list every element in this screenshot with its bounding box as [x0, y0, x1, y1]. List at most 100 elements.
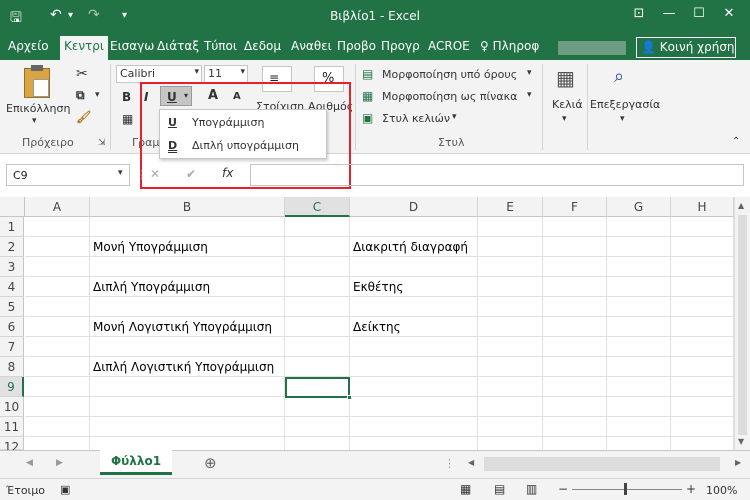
font-size-combo[interactable]: 11 ▾ — [204, 65, 248, 83]
cancel-icon[interactable]: ✕ — [150, 167, 160, 181]
scroll-left-icon[interactable]: ◀ — [468, 458, 474, 467]
scroll-down-icon[interactable]: ▼ — [738, 437, 744, 446]
editing-label: Επεξεργασία — [590, 98, 661, 111]
row-header-10[interactable]: 10 — [0, 397, 24, 417]
sheet-tab-1[interactable]: Φύλλο1 — [100, 450, 172, 475]
cell-b8[interactable]: Διπλή Λογιστική Υπογράμμιση — [90, 357, 274, 377]
person-icon: 👤 — [641, 40, 656, 54]
tab-developer[interactable]: Προγρ — [381, 39, 420, 53]
insert-function-icon[interactable]: fx — [222, 166, 233, 180]
tab-data[interactable]: Δεδομ — [244, 39, 281, 53]
maximize-button[interactable]: ☐ — [684, 6, 714, 26]
cut-icon[interactable]: ✂ — [76, 66, 88, 82]
scroll-thumb[interactable] — [738, 215, 747, 435]
column-header-h[interactable]: H — [671, 197, 734, 217]
row-header-11[interactable]: 11 — [0, 417, 24, 437]
close-button[interactable]: ✕ — [714, 6, 744, 26]
column-gridline — [542, 217, 543, 450]
row-header-9[interactable]: 9 — [0, 377, 24, 397]
editing-button[interactable]: ⌕ Επεξεργασία ▾ — [590, 66, 662, 130]
group-separator — [110, 64, 111, 150]
paste-button[interactable]: Επικόλληση ▾ — [6, 65, 70, 126]
row-header-7[interactable]: 7 — [0, 337, 24, 357]
tab-layout[interactable]: Διάταξ — [157, 39, 199, 53]
copy-dropdown-icon[interactable]: ▾ — [95, 90, 100, 100]
name-box-value: C9 — [13, 169, 28, 182]
font-name-combo[interactable]: Calibri ▾ — [116, 65, 202, 83]
select-all-corner[interactable] — [0, 197, 25, 217]
column-header-d[interactable]: D — [350, 197, 478, 217]
tab-home[interactable]: Κεντρι — [60, 36, 108, 60]
conditional-format-icon: ▤ — [362, 67, 374, 81]
clipboard-launcher-icon[interactable]: ⇲ — [98, 138, 106, 148]
tab-view[interactable]: Προβο — [337, 39, 376, 53]
zoom-slider[interactable] — [572, 489, 682, 490]
active-cell-c9[interactable] — [285, 377, 352, 400]
horizontal-scroll-thumb[interactable] — [484, 457, 720, 471]
zoom-out-icon[interactable]: − — [558, 482, 568, 496]
cell-d4[interactable]: Εκθέτης — [350, 277, 403, 297]
next-sheet-icon[interactable]: ▶ — [56, 458, 63, 468]
column-header-a[interactable]: A — [25, 197, 90, 217]
tab-file[interactable]: Αρχείο — [8, 39, 49, 53]
row-header-12[interactable]: 12 — [0, 437, 24, 454]
tab-acrobat[interactable]: ACROE — [428, 39, 470, 53]
normal-view-icon[interactable]: ▦ — [460, 482, 471, 496]
row-header-5[interactable]: 5 — [0, 297, 24, 317]
bold-button[interactable]: B — [122, 90, 131, 104]
tab-tell-me[interactable]: ♀ Πληροφ — [480, 39, 539, 53]
cell-b6[interactable]: Μονή Λογιστική Υπογράμμιση — [90, 317, 272, 337]
tab-formulas[interactable]: Τύποι — [204, 39, 237, 53]
borders-icon[interactable]: ▦ — [122, 112, 133, 126]
share-button[interactable]: 👤 Κοινή χρήση — [636, 37, 736, 58]
prev-sheet-icon[interactable]: ◀ — [26, 458, 33, 468]
vertical-scrollbar[interactable]: ▲ ▼ — [734, 197, 750, 450]
format-as-table-button[interactable]: ▦ Μορφοποίηση ως πίνακα ▾ — [360, 88, 536, 106]
formula-input[interactable] — [250, 164, 744, 186]
format-as-table-label: Μορφοποίηση ως πίνακα — [382, 90, 518, 103]
row-header-3[interactable]: 3 — [0, 257, 24, 277]
page-break-view-icon[interactable]: ▥ — [526, 482, 537, 496]
enter-icon[interactable]: ✔ — [186, 167, 196, 181]
format-painter-icon[interactable]: 🖌 — [76, 110, 91, 124]
row-header-4[interactable]: 4 — [0, 277, 24, 297]
row-header-2[interactable]: 2 — [0, 237, 24, 257]
row-header-8[interactable]: 8 — [0, 357, 24, 377]
cell-b4[interactable]: Διπλή Υπογράμμιση — [90, 277, 210, 297]
cell-styles-button[interactable]: ▣ Στυλ κελιών ▾ — [360, 110, 536, 128]
row-header-1[interactable]: 1 — [0, 217, 24, 237]
font-name-value: Calibri — [120, 67, 156, 80]
tab-review[interactable]: Αναθει — [291, 39, 332, 53]
tab-insert[interactable]: Εισαγω — [110, 39, 154, 53]
scroll-right-icon[interactable]: ▶ — [735, 458, 741, 467]
zoom-level[interactable]: 100% — [706, 484, 737, 497]
conditional-formatting-label: Μορφοποίηση υπό όρους — [382, 68, 518, 81]
row-header-6[interactable]: 6 — [0, 317, 24, 337]
page-layout-view-icon[interactable]: ▤ — [494, 482, 505, 496]
column-header-b[interactable]: B — [90, 197, 285, 217]
cell-b2[interactable]: Μονή Υπογράμμιση — [90, 237, 208, 257]
name-box[interactable]: C9 — [6, 164, 130, 186]
zoom-slider-thumb[interactable] — [624, 483, 627, 495]
column-header-g[interactable]: G — [607, 197, 671, 217]
macro-record-icon[interactable]: ▣ — [60, 483, 70, 496]
zoom-in-icon[interactable]: + — [686, 482, 696, 496]
conditional-formatting-button[interactable]: ▤ Μορφοποίηση υπό όρους ▾ — [360, 66, 536, 84]
column-header-c[interactable]: C — [285, 197, 350, 217]
name-box-dropdown-icon[interactable]: ▾ — [118, 168, 123, 178]
minimize-button[interactable]: — — [654, 6, 684, 26]
copy-icon[interactable]: ⧉ — [76, 88, 85, 103]
collapse-ribbon-icon[interactable]: ⌃ — [732, 136, 740, 147]
group-separator — [542, 64, 543, 150]
cell-d6[interactable]: Δείκτης — [350, 317, 401, 337]
cells-button[interactable]: ▦ Κελιά ▾ — [548, 66, 588, 130]
ribbon-display-options-icon[interactable]: ⊡ — [624, 6, 654, 26]
column-header-f[interactable]: F — [543, 197, 607, 217]
fill-handle[interactable] — [347, 395, 352, 400]
font-size-value: 11 — [208, 67, 222, 80]
column-header-e[interactable]: E — [478, 197, 543, 217]
add-sheet-icon[interactable]: ⊕ — [204, 454, 217, 472]
cell-d2[interactable]: Διακριτή διαγραφή — [350, 237, 468, 257]
ribbon-tabs: Αρχείο Κεντρι Εισαγω Διάταξ Τύποι Δεδομ … — [0, 34, 750, 60]
scroll-up-icon[interactable]: ▲ — [738, 201, 744, 210]
